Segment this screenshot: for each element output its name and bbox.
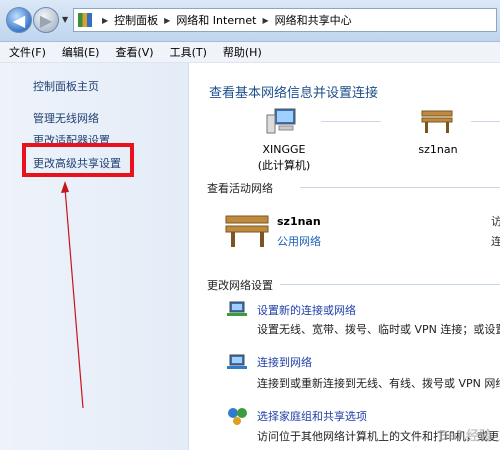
computer-icon bbox=[266, 108, 296, 134]
setup-connection-link[interactable]: 设置新的连接或网络 bbox=[257, 302, 356, 318]
homegroup-icon bbox=[228, 408, 247, 425]
connections-label: 连 bbox=[491, 235, 500, 248]
watermark: Bai 经验 bbox=[438, 429, 492, 444]
page-title: 查看基本网络信息并设置连接 bbox=[209, 86, 379, 101]
homegroup-link[interactable]: 选择家庭组和共享选项 bbox=[257, 408, 367, 424]
section-divider bbox=[300, 187, 500, 188]
new-connection-icon bbox=[227, 301, 247, 316]
this-pc-label: (此计算机) bbox=[257, 159, 311, 172]
access-type-label: 访 bbox=[491, 215, 500, 228]
connection-line bbox=[321, 121, 381, 122]
active-networks-heading: 查看活动网络 bbox=[207, 182, 273, 195]
network-node-name: sz1nan bbox=[418, 143, 458, 156]
main-panel: 查看基本网络信息并设置连接 XINGGE (此计算机) sz1nan 查看活动网… bbox=[190, 63, 500, 450]
connection-line bbox=[471, 121, 500, 122]
this-pc-name: XINGGE bbox=[262, 143, 306, 156]
active-network-name: sz1nan bbox=[277, 215, 321, 228]
bench-icon bbox=[225, 215, 269, 247]
connect-network-icon bbox=[227, 354, 247, 369]
network-type-link[interactable]: 公用网络 bbox=[277, 233, 321, 249]
bench-icon[interactable] bbox=[420, 107, 454, 135]
section-divider bbox=[280, 284, 500, 285]
setup-connection-desc: 设置无线、宽带、拨号、临时或 VPN 连接；或设置 bbox=[257, 323, 500, 336]
connect-network-link[interactable]: 连接到网络 bbox=[257, 354, 312, 370]
change-settings-heading: 更改网络设置 bbox=[207, 279, 273, 292]
connect-network-desc: 连接到或重新连接到无线、有线、拨号或 VPN 网络 bbox=[257, 377, 500, 390]
